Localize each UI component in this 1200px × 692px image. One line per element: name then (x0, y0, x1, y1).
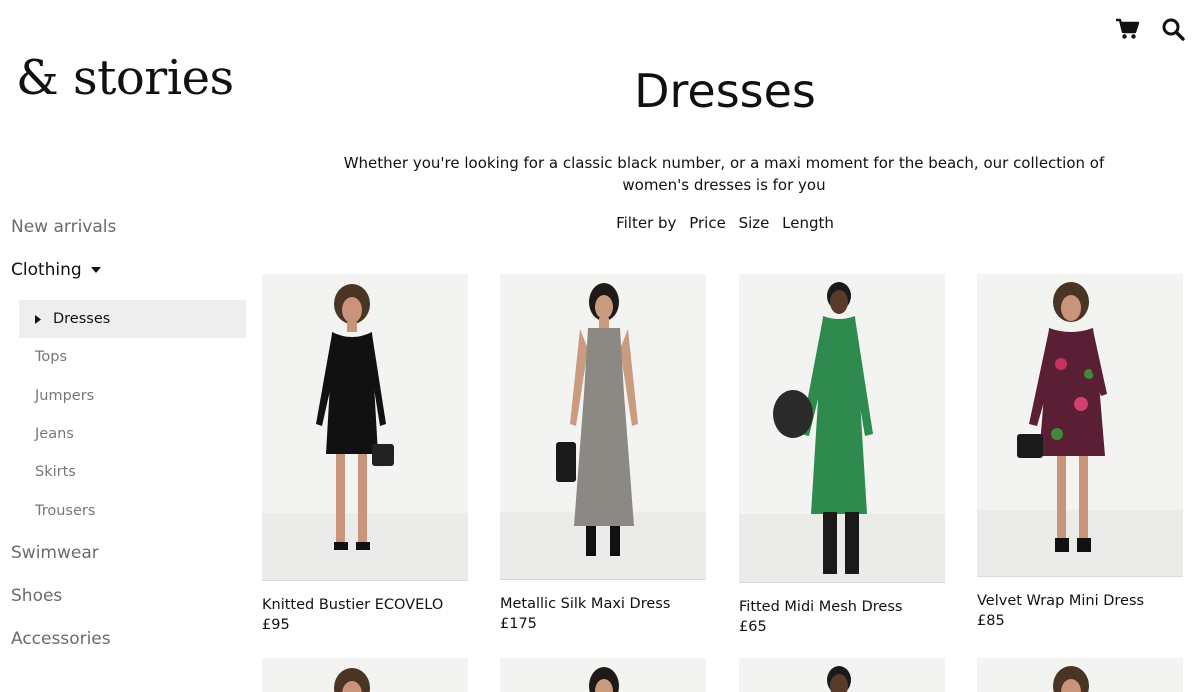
sidebar-item-jumpers[interactable]: Jumpers (19, 377, 246, 415)
product-card[interactable]: Knitted Bustier ECOVELO £95 (262, 274, 468, 633)
sidebar-item-dresses[interactable]: Dresses (19, 300, 246, 339)
product-image[interactable] (739, 658, 945, 692)
product-card[interactable]: Velvet Wrap Mini Dress £85 (977, 274, 1183, 629)
brand-logo[interactable]: & stories (16, 50, 234, 106)
product-image[interactable] (739, 274, 945, 583)
page-title: Dresses (634, 64, 816, 118)
product-image[interactable] (500, 658, 706, 692)
chevron-down-icon (91, 266, 102, 273)
product-card[interactable]: Fitted Midi Mesh Dress £65 (739, 274, 945, 635)
sidebar-item-skirts[interactable]: Skirts (19, 453, 246, 491)
sidebar-item-trousers[interactable]: Trousers (19, 491, 246, 529)
sidebar-item-jeans[interactable]: Jeans (19, 415, 246, 453)
sidebar-item-label: Tops (35, 349, 68, 366)
filter-price[interactable]: Price (689, 214, 726, 232)
caret-right-icon (35, 314, 41, 324)
nav-label: Swimwear (11, 542, 99, 563)
nav-label: Shoes (11, 585, 63, 606)
product-name[interactable]: Fitted Midi Mesh Dress (739, 599, 945, 615)
category-sidebar: New arrivals Clothing Dresses Tops Jumpe… (0, 210, 250, 665)
sidebar-item-label: Skirts (35, 464, 76, 481)
clothing-subcategories: Dresses Tops Jumpers Jeans Skirts Trouse… (0, 300, 250, 530)
search-icon[interactable] (1160, 16, 1186, 42)
cart-icon[interactable] (1114, 16, 1140, 42)
nav-label: New arrivals (11, 217, 117, 237)
product-card[interactable] (739, 658, 945, 692)
sidebar-item-label: Trousers (35, 502, 96, 519)
filter-bar: Filter by Price Size Length (250, 214, 1200, 232)
filter-label: Filter by (616, 214, 677, 232)
product-card[interactable] (262, 658, 468, 692)
sidebar-item-label: Dresses (53, 311, 111, 328)
product-image[interactable] (977, 658, 1183, 692)
product-card[interactable] (500, 658, 706, 692)
nav-shoes[interactable]: Shoes (0, 579, 250, 622)
nav-label: Accessories (11, 628, 111, 649)
product-price: £95 (262, 617, 290, 633)
product-price: £65 (739, 619, 767, 635)
product-name[interactable]: Knitted Bustier ECOVELO (262, 597, 468, 613)
nav-accessories[interactable]: Accessories (0, 622, 250, 665)
product-image[interactable] (262, 658, 468, 692)
filter-length[interactable]: Length (782, 214, 834, 232)
product-name[interactable]: Metallic Silk Maxi Dress (500, 596, 706, 612)
sidebar-item-label: Jumpers (35, 387, 95, 404)
product-image[interactable] (262, 274, 468, 581)
nav-new-arrivals[interactable]: New arrivals (0, 210, 250, 253)
product-name[interactable]: Velvet Wrap Mini Dress (977, 593, 1183, 609)
sidebar-item-tops[interactable]: Tops (19, 338, 246, 376)
nav-clothing[interactable]: Clothing (0, 253, 250, 296)
sidebar-item-label: Jeans (35, 426, 74, 443)
product-price: £175 (500, 616, 537, 632)
filter-size[interactable]: Size (739, 214, 770, 232)
product-image[interactable] (500, 274, 706, 580)
product-image[interactable] (977, 274, 1183, 577)
product-price: £85 (977, 613, 1005, 629)
nav-label: Clothing (11, 260, 82, 280)
product-card[interactable] (977, 658, 1183, 692)
product-card[interactable]: Metallic Silk Maxi Dress £175 (500, 274, 706, 632)
category-description: Whether you're looking for a classic bla… (343, 154, 1105, 194)
nav-swimwear[interactable]: Swimwear (0, 536, 250, 579)
